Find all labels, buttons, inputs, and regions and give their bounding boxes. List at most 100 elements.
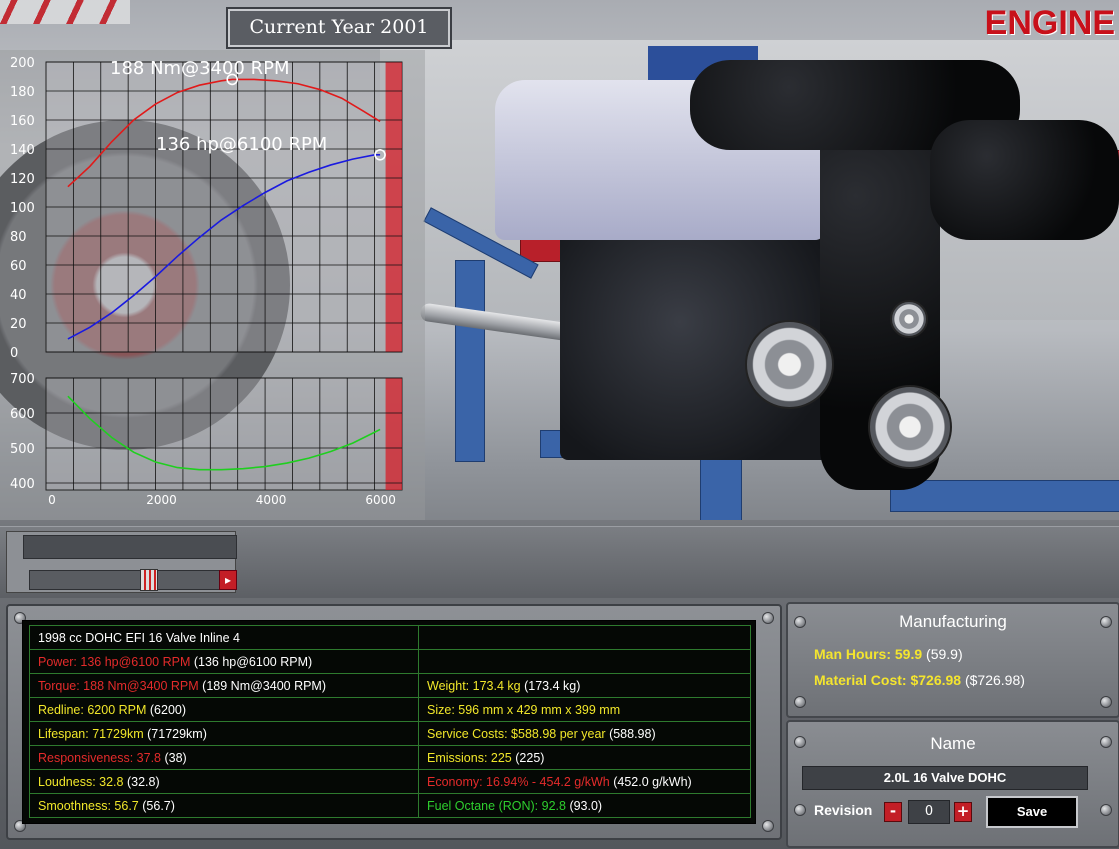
bolt-icon (794, 804, 806, 816)
engine-stats-frame: 1998 cc DOHC EFI 16 Valve Inline 4 Power… (6, 604, 782, 840)
stat-economy-value: Economy: 16.94% - 454.2 g/kWh (427, 774, 610, 789)
save-button[interactable]: Save (986, 796, 1078, 828)
engine-name-field[interactable]: 2.0L 16 Valve DOHC (802, 766, 1088, 790)
engine-stats-table: 1998 cc DOHC EFI 16 Valve Inline 4 Power… (29, 625, 751, 818)
rpm-slider-strip: ▸ (0, 526, 1119, 597)
stat-torque: Torque: 188 Nm@3400 RPM (189 Nm@3400 RPM… (29, 673, 419, 698)
y-tick-label: 120 (10, 172, 35, 187)
y-tick-label: 160 (10, 114, 35, 129)
engine-description: 1998 cc DOHC EFI 16 Valve Inline 4 (29, 625, 419, 650)
engine-stats-screen: 1998 cc DOHC EFI 16 Valve Inline 4 Power… (22, 620, 756, 824)
name-title: Name (930, 734, 976, 753)
engine-description-text: 1998 cc DOHC EFI 16 Valve Inline 4 (38, 630, 240, 645)
alternator (745, 320, 834, 409)
stat-emissions: Emissions: 225 (225) (418, 745, 751, 770)
y-tick-label: 0 (10, 346, 18, 361)
bolt-icon (1100, 696, 1112, 708)
stat-weight: Weight: 173.4 kg (173.4 kg) (418, 673, 751, 698)
material-cost-value: Material Cost: $726.98 (814, 672, 962, 688)
stat-redline-target: (6200) (149, 702, 187, 717)
stat-smoothness-value: Smoothness: 56.7 (38, 798, 139, 813)
stat-torque-value: Torque: 188 Nm@3400 RPM (38, 678, 199, 693)
peak-annotation: 188 Nm@3400 RPM (110, 58, 290, 79)
stat-redline: Redline: 6200 RPM (6200) (29, 697, 419, 722)
y-tick-label: 200 (10, 56, 35, 71)
current-year-label: Current Year 2001 (249, 16, 429, 38)
x-tick-label: 4000 (256, 493, 287, 507)
revision-plus-button[interactable]: + (954, 802, 972, 822)
stat-power: Power: 136 hp@6100 RPM (136 hp@6100 RPM) (29, 649, 419, 674)
y-tick-label: 400 (10, 477, 35, 492)
y-tick-label: 500 (10, 442, 35, 457)
stat-weight-target: (173.4 kg) (524, 678, 581, 693)
bolt-icon (762, 820, 774, 832)
stat-lifespan: Lifespan: 71729km (71729km) (29, 721, 419, 746)
stat-octane-value: Fuel Octane (RON): 92.8 (427, 798, 566, 813)
stat-torque-target: (189 Nm@3400 RPM) (202, 678, 327, 693)
stat-responsiveness-target: (38) (164, 750, 187, 765)
rpm-slider-track[interactable] (29, 570, 237, 590)
stat-lifespan-target: (71729km) (147, 726, 207, 741)
y-tick-label: 600 (10, 407, 35, 422)
manufacturing-panel: Manufacturing Man Hours: 59.9 (59.9) Mat… (786, 602, 1119, 718)
x-tick-label: 0 (48, 493, 56, 507)
revision-label: Revision (814, 802, 873, 818)
slider-frame: ▸ (6, 531, 237, 593)
man-hours-target: (59.9) (926, 646, 963, 662)
dyno-chart-panel: 0 20 40 60 80 100 120 140 160 180 200 188 Nm@3400 R… (0, 50, 425, 520)
stat-octane-target: (93.0) (569, 798, 603, 813)
bottom-area: 1998 cc DOHC EFI 16 Valve Inline 4 Power… (0, 598, 1119, 849)
man-hours: Man Hours: 59.9 (59.9) (814, 646, 963, 662)
stat-power-value: Power: 136 hp@6100 RPM (38, 654, 191, 669)
slider-display (23, 535, 237, 559)
material-cost-target: ($726.98) (964, 672, 1025, 688)
stat-octane: Fuel Octane (RON): 92.8 (93.0) (418, 793, 751, 818)
stat-responsiveness-value: Responsiveness: 37.8 (38, 750, 161, 765)
y-tick-label: 60 (10, 259, 27, 274)
rack-beam (890, 480, 1119, 512)
man-hours-value: Man Hours: 59.9 (814, 646, 923, 662)
name-panel: Name 2.0L 16 Valve DOHC Revision - 0 + S… (786, 720, 1119, 848)
corner-stripes (0, 0, 130, 24)
material-cost: Material Cost: $726.98 ($726.98) (814, 672, 1025, 688)
stat-loudness-target: (32.8) (126, 774, 160, 789)
revision-value: 0 (908, 800, 950, 824)
current-year-box: Current Year 2001 (228, 9, 450, 47)
bolt-icon (762, 612, 774, 624)
stat-size-value: Size: 596 mm x 429 mm x 399 mm (427, 702, 621, 717)
bolt-icon (1100, 804, 1112, 816)
slider-right-arrow-icon[interactable]: ▸ (219, 570, 237, 590)
manufacturing-title: Manufacturing (899, 612, 1007, 631)
stat-loudness: Loudness: 32.8 (32.8) (29, 769, 419, 794)
stat-emissions-target: (225) (515, 750, 545, 765)
revision-minus-button[interactable]: - (884, 802, 902, 822)
stat-emissions-value: Emissions: 225 (427, 750, 512, 765)
section-title: ENGINE (984, 4, 1115, 42)
rpm-slider-thumb[interactable] (140, 569, 158, 591)
plot-area (45, 377, 403, 491)
y-tick-label: 100 (10, 201, 35, 216)
y-tick-label: 20 (10, 317, 27, 332)
stat-responsiveness: Responsiveness: 37.8 (38) (29, 745, 419, 770)
stat-weight-value: Weight: 173.4 kg (427, 678, 521, 693)
y-tick-label: 80 (10, 230, 27, 245)
stat-economy: Economy: 16.94% - 454.2 g/kWh (452.0 g/k… (418, 769, 751, 794)
stat-smoothness: Smoothness: 56.7 (56.7) (29, 793, 419, 818)
stat-economy-target: (452.0 g/kWh) (613, 774, 692, 789)
y-tick-label: 180 (10, 85, 35, 100)
stat-redline-value: Redline: 6200 RPM (38, 702, 147, 717)
y-tick-label: 140 (10, 143, 35, 158)
redline-zone (385, 378, 402, 490)
peak-annotation: 136 hp@6100 RPM (156, 134, 327, 155)
stat-service-value: Service Costs: $588.98 per year (427, 726, 606, 741)
rack-beam (455, 260, 485, 462)
crank-pulley (868, 385, 952, 469)
y-tick-label: 700 (10, 372, 35, 387)
stat-service-target: (588.98) (609, 726, 656, 741)
stat-service: Service Costs: $588.98 per year (588.98) (418, 721, 751, 746)
x-tick-label: 2000 (146, 493, 177, 507)
empty-cell (418, 649, 751, 674)
y-tick-label: 40 (10, 288, 27, 303)
x-tick-label: 6000 (365, 493, 396, 507)
bolt-icon (794, 696, 806, 708)
